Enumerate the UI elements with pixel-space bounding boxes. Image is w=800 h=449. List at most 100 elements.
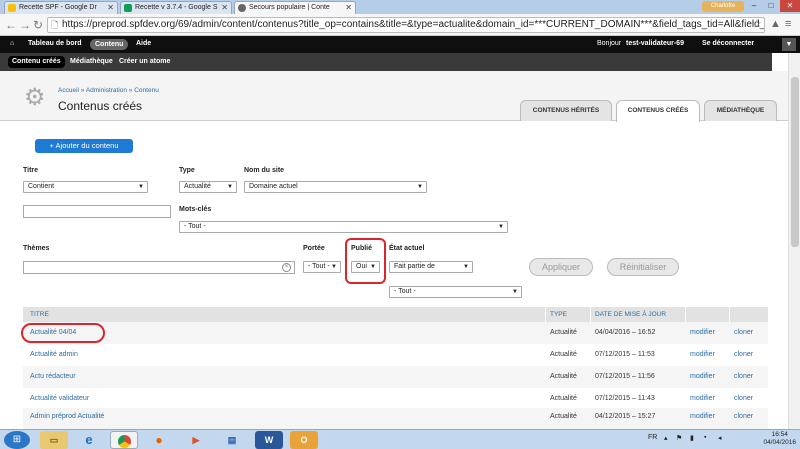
scrollbar-thumb[interactable] xyxy=(791,77,799,247)
close-icon[interactable]: ✕ xyxy=(345,2,352,13)
toolbar-content-link[interactable]: Contenu xyxy=(90,39,129,50)
clone-link[interactable]: cloner xyxy=(734,413,753,420)
forward-icon[interactable]: → xyxy=(19,18,31,32)
site-select[interactable]: Domaine actuel ▼ xyxy=(244,181,427,193)
tab-contenus-herites[interactable]: CONTENUS HÉRITÉS xyxy=(520,100,612,121)
add-content-button[interactable]: + Ajouter du contenu xyxy=(35,139,133,153)
browser-tab-google-drive[interactable]: Recette SPF - Google Dr ✕ xyxy=(4,1,118,14)
maximize-icon[interactable]: □ xyxy=(763,0,779,12)
row-title-link[interactable]: Admin préprod Actualité xyxy=(30,413,104,420)
row-title-link[interactable]: Actu rédacteur xyxy=(30,373,76,380)
extension-icon[interactable]: ▲ xyxy=(770,18,781,30)
outlook-icon[interactable]: O xyxy=(290,431,318,449)
chevron-down-icon: ▼ xyxy=(331,264,337,270)
windows-start-icon[interactable]: ⊞ xyxy=(4,431,30,449)
back-icon[interactable]: ← xyxy=(5,18,17,32)
reload-icon[interactable]: ↻ xyxy=(33,18,43,32)
firefox-icon[interactable]: ● xyxy=(145,431,173,449)
titre-label: Titre xyxy=(23,167,39,174)
shortcut-contenu-crees[interactable]: Contenu créés xyxy=(8,56,65,68)
bookmark-star-icon[interactable]: ☆ xyxy=(752,18,762,31)
etat-secondary-value: - Tout - xyxy=(394,288,416,295)
language-indicator[interactable]: FR xyxy=(648,434,657,441)
edit-link[interactable]: modifier xyxy=(690,329,715,336)
edit-link[interactable]: modifier xyxy=(690,351,715,358)
toolbar-dashboard-link[interactable]: Tableau de bord xyxy=(28,40,82,47)
row-date: 04/12/2015 – 15:27 xyxy=(595,413,656,420)
google-drive-icon xyxy=(8,4,16,12)
breadcrumb[interactable]: Accueil » Administration » Contenu xyxy=(58,87,159,94)
etat-select[interactable]: Fait partie de ▼ xyxy=(389,261,473,273)
themes-input[interactable]: × xyxy=(23,261,295,274)
table-row: Actualité admin Actualité 07/12/2015 – 1… xyxy=(23,344,768,366)
toolbar-help-link[interactable]: Aide xyxy=(136,40,151,47)
chrome-icon[interactable] xyxy=(110,431,138,449)
toolbar-greeting: Bonjour xyxy=(597,40,622,47)
titre-operator-select[interactable]: Contient ▼ xyxy=(23,181,148,193)
signal-icon[interactable]: ▪ xyxy=(704,434,706,441)
url-input[interactable]: 🗋 https://preprod.spfdev.org/69/admin/co… xyxy=(47,17,765,33)
close-icon[interactable]: ✕ xyxy=(221,2,228,13)
column-divider xyxy=(729,307,730,322)
shortcuts-bar: Contenu créés Médiathèque Créer un atome xyxy=(0,53,772,71)
network-icon[interactable]: ▮ xyxy=(690,434,694,442)
close-icon[interactable]: ✕ xyxy=(107,2,114,13)
tab-mediatheque[interactable]: MÉDIATHÈQUE xyxy=(704,100,777,121)
edit-link[interactable]: modifier xyxy=(690,413,715,420)
page-header: ⚙ Accueil » Administration » Contenu Con… xyxy=(0,71,788,122)
etat-label: État actuel xyxy=(389,245,425,252)
volume-icon[interactable]: ◂ xyxy=(718,434,722,442)
column-header-type[interactable]: TYPE xyxy=(550,311,567,318)
clear-icon[interactable]: × xyxy=(282,263,291,272)
row-title-link[interactable]: Actualité validateur xyxy=(30,395,89,402)
toolbar-toggle-icon[interactable]: ▼ xyxy=(782,38,796,51)
clone-link[interactable]: cloner xyxy=(734,329,753,336)
tags-value: - Tout - xyxy=(184,223,206,230)
minimize-icon[interactable]: – xyxy=(746,0,762,12)
tags-select[interactable]: - Tout - ▼ xyxy=(179,221,508,233)
menu-icon[interactable]: ≡ xyxy=(785,18,791,30)
chevron-down-icon: ▼ xyxy=(227,184,233,190)
shortcut-creer-atome[interactable]: Créer un atome xyxy=(119,58,170,65)
browser-tab-secours-populaire[interactable]: Secours populaire | Conte ✕ xyxy=(234,1,356,14)
titre-input[interactable] xyxy=(23,205,171,218)
home-icon[interactable]: ⌂ xyxy=(10,40,14,47)
apply-button[interactable]: Appliquer xyxy=(529,258,593,276)
action-center-icon[interactable]: ⚑ xyxy=(676,434,682,442)
chevron-down-icon: ▼ xyxy=(138,184,144,190)
page-scrollbar[interactable] xyxy=(788,53,800,429)
type-label: Type xyxy=(179,167,195,174)
network-app-icon[interactable]: ▤ xyxy=(218,431,246,449)
portee-label: Portée xyxy=(303,245,325,252)
toolbar-logout-link[interactable]: Se déconnecter xyxy=(702,40,754,47)
toolbar-username-link[interactable]: test-validateur-69 xyxy=(626,40,684,47)
media-player-icon[interactable]: ▶ xyxy=(182,431,210,449)
tray-expand-icon[interactable]: ▴ xyxy=(664,434,668,442)
file-explorer-icon[interactable]: ▭ xyxy=(40,431,68,449)
clone-link[interactable]: cloner xyxy=(734,351,753,358)
system-clock[interactable]: 16:54 04/04/2016 xyxy=(763,431,796,447)
row-title-link[interactable]: Actualité admin xyxy=(30,351,78,358)
page-info-icon[interactable]: 🗋 xyxy=(51,18,58,32)
type-select[interactable]: Actualité ▼ xyxy=(179,181,237,193)
browser-user-chip[interactable]: Charlotte xyxy=(702,1,744,12)
column-header-titre[interactable]: TITRE xyxy=(30,311,49,318)
window-close-icon[interactable]: ✕ xyxy=(780,0,800,12)
reset-button[interactable]: Réinitialiser xyxy=(607,258,679,276)
tab-title: Recette SPF - Google Dr xyxy=(19,4,97,11)
clone-link[interactable]: cloner xyxy=(734,395,753,402)
page-title: Contenus créés xyxy=(58,99,143,113)
tags-label: Mots-clés xyxy=(179,206,212,213)
tab-contenus-crees[interactable]: CONTENUS CRÉÉS xyxy=(616,100,700,122)
clone-link[interactable]: cloner xyxy=(734,373,753,380)
etat-secondary-select[interactable]: - Tout - ▼ xyxy=(389,286,522,298)
browser-tab-google-sheets[interactable]: Recette v 3.7.4 - Google S ✕ xyxy=(120,1,232,14)
portee-select[interactable]: - Tout - ▼ xyxy=(303,261,341,273)
column-header-date[interactable]: DATE DE MISE À JOUR xyxy=(595,311,666,318)
shortcut-mediatheque[interactable]: Médiathèque xyxy=(70,58,113,65)
row-type: Actualité xyxy=(550,351,577,358)
edit-link[interactable]: modifier xyxy=(690,373,715,380)
edit-link[interactable]: modifier xyxy=(690,395,715,402)
word-icon[interactable]: W xyxy=(255,431,283,449)
internet-explorer-icon[interactable]: e xyxy=(75,431,103,449)
